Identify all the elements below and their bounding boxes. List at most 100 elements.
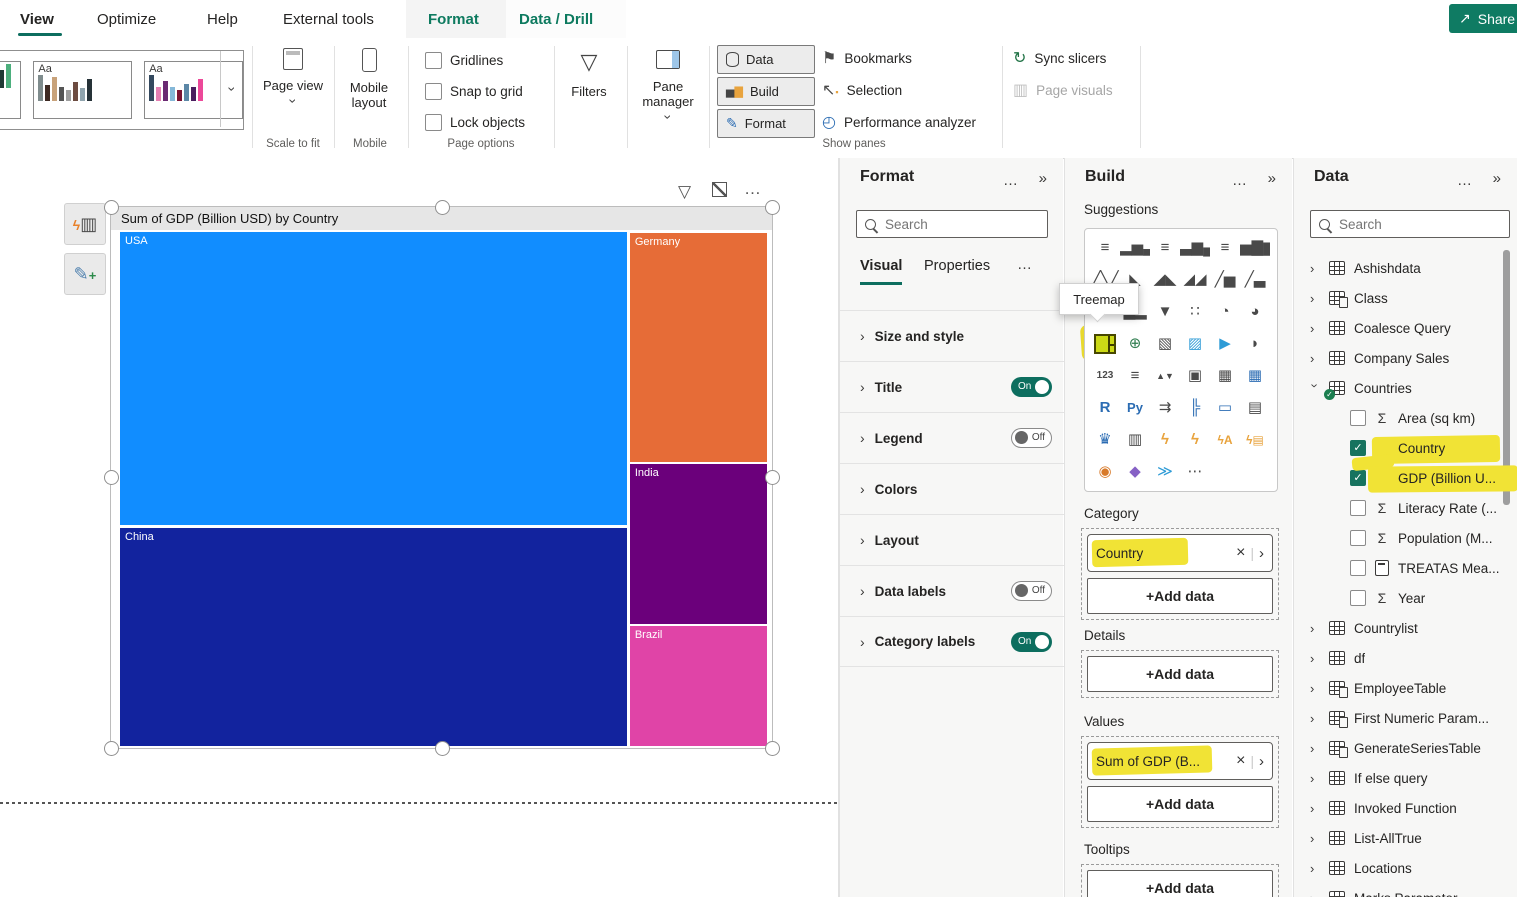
matrix-icon[interactable]: ▦ (1240, 361, 1270, 393)
table-row-ashishdata[interactable]: ›Ashishdata (1294, 253, 1517, 283)
filters-button[interactable]: ▽ Filters (562, 50, 616, 99)
chevron-right-icon[interactable]: › (1310, 621, 1320, 636)
chevron-right-icon[interactable]: › (1310, 351, 1320, 366)
theme-gallery[interactable]: Aa Aa › (0, 50, 244, 130)
resize-handle-bottom-center[interactable] (435, 741, 450, 756)
format-section-legend[interactable]: › Legend Off (840, 412, 1064, 463)
stacked-bar-chart-icon[interactable]: ≡ (1090, 233, 1120, 265)
metrics-icon[interactable]: ♛ (1090, 425, 1120, 457)
data-labels-toggle-off[interactable]: Off (1011, 581, 1052, 601)
table-row-company-sales[interactable]: ›Company Sales (1294, 343, 1517, 373)
field-options-icon[interactable]: › (1259, 545, 1264, 562)
performance-analyzer-button[interactable]: ◴ Performance analyzer (822, 112, 976, 132)
chevron-right-icon[interactable]: › (1310, 321, 1320, 336)
legend-toggle-off[interactable]: Off (1011, 428, 1052, 448)
checkbox-icon[interactable] (1350, 560, 1366, 576)
chevron-right-icon[interactable]: › (1310, 771, 1320, 786)
field-options-icon[interactable]: › (1259, 753, 1264, 770)
remove-field-icon[interactable]: × (1236, 752, 1245, 770)
treemap-tile-usa[interactable]: USA (120, 232, 627, 525)
checkbox-icon[interactable] (425, 52, 442, 69)
data-search[interactable] (1310, 210, 1510, 238)
checkbox-icon[interactable] (1350, 410, 1366, 426)
tooltips-well[interactable]: +Add data (1081, 864, 1279, 897)
treemap-tile-india[interactable]: India (630, 464, 767, 623)
theme-thumbnail-1[interactable]: Aa (33, 61, 132, 119)
mobile-layout-button[interactable]: Mobile layout (336, 48, 402, 110)
focus-mode-icon[interactable] (712, 182, 727, 197)
chevron-right-icon[interactable]: › (1310, 861, 1320, 876)
stacked-column-chart-icon[interactable]: ▂▅▃ (1120, 233, 1150, 265)
resize-handle-top-left[interactable] (104, 200, 119, 215)
details-add-data-button[interactable]: +Add data (1087, 656, 1273, 692)
tab-help[interactable]: Help (207, 0, 238, 38)
table-row-first-numeric-param[interactable]: ›First Numeric Param... (1294, 703, 1517, 733)
funnel-chart-icon[interactable]: ▼ (1150, 297, 1180, 329)
checkbox-icon[interactable] (425, 114, 442, 131)
chevron-right-icon[interactable]: › (1310, 891, 1320, 897)
slicer-icon[interactable]: ▣ (1180, 361, 1210, 393)
category-add-data-button[interactable]: +Add data (1087, 578, 1273, 614)
chevron-right-icon[interactable]: › (1310, 681, 1320, 696)
treemap-tile-china[interactable]: China (120, 528, 627, 746)
arcgis-map-icon[interactable]: ◉ (1090, 457, 1120, 489)
lock-objects-checkbox[interactable]: Lock objects (425, 114, 525, 131)
treemap-tile-germany[interactable]: Germany (630, 233, 767, 462)
build-pane-toggle-button[interactable]: ▅▇ Build (717, 77, 815, 106)
on-object-analyze-button[interactable]: ϟ▥ (64, 203, 106, 245)
field-row-literacy-rate[interactable]: ΣLiteracy Rate (... (1294, 493, 1517, 523)
text-slicer-preview-icon[interactable]: ϟA (1210, 425, 1240, 457)
format-tab-properties[interactable]: Properties (924, 258, 990, 274)
data-pane-more-icon[interactable]: … (1457, 172, 1473, 189)
selection-button[interactable]: ↖▪ Selection (822, 80, 902, 100)
chevron-right-icon[interactable]: › (1310, 291, 1320, 306)
azure-map-icon[interactable]: ▶ (1210, 329, 1240, 361)
new-slicer-preview-icon[interactable]: ϟ (1180, 425, 1210, 457)
theme-gallery-dropdown[interactable]: › (220, 51, 243, 127)
kpi-icon[interactable]: ▲▼ (1150, 361, 1180, 393)
gridlines-checkbox[interactable]: Gridlines (425, 52, 503, 69)
pane-manager-button[interactable]: Pane manager › (630, 50, 706, 125)
resize-handle-bottom-left[interactable] (104, 741, 119, 756)
sync-slicers-button[interactable]: ↻ Sync slicers (1013, 48, 1106, 68)
decomposition-tree-icon[interactable]: ╠ (1180, 393, 1210, 425)
format-tabs-more-icon[interactable]: … (1017, 256, 1033, 273)
data-pane-collapse-icon[interactable]: » (1493, 170, 1501, 187)
donut-chart-icon[interactable]: ◕ (1240, 297, 1270, 329)
format-pane-more-icon[interactable]: … (1003, 172, 1019, 189)
format-tab-visual[interactable]: Visual (860, 258, 902, 274)
category-field-pill[interactable]: Country ×|› (1087, 534, 1273, 572)
card-icon[interactable]: 123 (1090, 361, 1120, 393)
resize-handle-right[interactable] (765, 470, 780, 485)
theme-thumbnail-partial[interactable] (0, 61, 21, 119)
format-section-colors[interactable]: › Colors (840, 463, 1064, 514)
build-pane-more-icon[interactable]: … (1232, 172, 1248, 189)
chevron-right-icon[interactable]: › (1310, 711, 1320, 726)
field-row-treatas-measure[interactable]: TREATAS Mea... (1294, 553, 1517, 583)
tab-format[interactable]: Format (428, 0, 479, 38)
resize-handle-top-center[interactable] (435, 200, 450, 215)
format-pane-collapse-icon[interactable]: » (1039, 170, 1047, 187)
chevron-right-icon[interactable]: › (1310, 741, 1320, 756)
report-canvas[interactable]: ϟ▥ ✎+ ▽ … Sum of GDP (Billion USD) by Co… (0, 158, 839, 897)
table-icon[interactable]: ▦ (1210, 361, 1240, 393)
chevron-right-icon[interactable]: › (1310, 261, 1320, 276)
format-search-input[interactable] (883, 216, 1027, 233)
pie-chart-icon[interactable]: ◔ (1210, 297, 1240, 329)
format-section-data-labels[interactable]: › Data labels Off (840, 565, 1064, 616)
line-clustered-column-chart-icon[interactable]: ╱▃ (1240, 265, 1270, 297)
checkbox-icon[interactable] (1350, 590, 1366, 606)
treemap-tile-brazil[interactable]: Brazil (630, 626, 767, 746)
on-object-format-button[interactable]: ✎+ (64, 253, 106, 295)
more-visuals-icon[interactable]: ⋯ (1180, 457, 1210, 489)
format-section-title[interactable]: › Title On (840, 361, 1064, 412)
table-row-if-else-query[interactable]: ›If else query (1294, 763, 1517, 793)
visual-filter-icon[interactable]: ▽ (678, 182, 691, 202)
r-script-icon[interactable]: R (1090, 393, 1120, 425)
field-row-population[interactable]: ΣPopulation (M... (1294, 523, 1517, 553)
chevron-down-icon[interactable]: › (1308, 383, 1323, 393)
tab-optimize[interactable]: Optimize (97, 0, 156, 38)
tab-external-tools[interactable]: External tools (283, 0, 374, 38)
resize-handle-bottom-right[interactable] (765, 741, 780, 756)
chevron-right-icon[interactable]: › (1310, 801, 1320, 816)
